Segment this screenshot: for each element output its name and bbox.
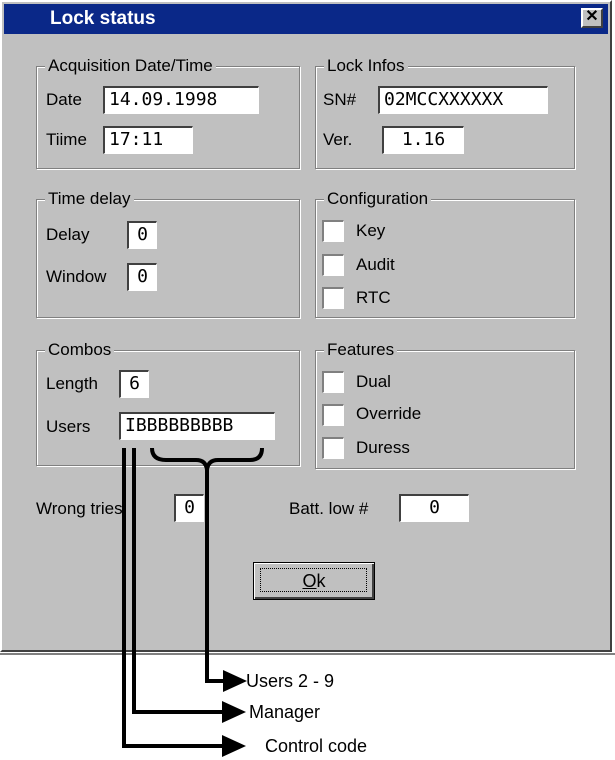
window-field[interactable]: 0 — [127, 263, 157, 291]
audit-checkbox[interactable] — [322, 254, 344, 276]
focus-rect — [260, 568, 367, 592]
time-field[interactable]: 17:11 — [103, 126, 193, 154]
features-legend: Features — [324, 340, 398, 360]
annotation-users-2-9: Users 2 - 9 — [246, 671, 335, 691]
duress-checkbox[interactable] — [322, 437, 344, 459]
combos-group: Combos — [36, 340, 300, 466]
ver-label: Ver. — [323, 130, 353, 149]
key-checkbox[interactable] — [322, 220, 344, 242]
features-group: Features — [315, 340, 575, 469]
key-checkbox-label: Key — [356, 221, 386, 240]
length-field[interactable]: 6 — [119, 370, 149, 398]
duress-checkbox-label: Duress — [356, 438, 410, 457]
users-label: Users — [46, 417, 91, 436]
sn-field[interactable]: 02MCCXXXXXX — [378, 86, 548, 114]
ok-button[interactable]: Ok — [253, 562, 375, 600]
configuration-legend: Configuration — [324, 189, 432, 209]
dual-checkbox[interactable] — [322, 371, 344, 393]
window-label: Window — [46, 267, 107, 286]
close-button[interactable]: ✕ — [581, 8, 603, 28]
close-icon: ✕ — [585, 8, 599, 25]
wrong-tries-field[interactable]: 0 — [174, 494, 204, 522]
date-label: Date — [46, 90, 82, 109]
users-field[interactable]: IBBBBBBBBB — [119, 412, 275, 440]
delay-label: Delay — [46, 225, 90, 244]
lock-infos-legend: Lock Infos — [324, 56, 408, 76]
arrow-right-icon — [222, 701, 246, 723]
delay-field[interactable]: 0 — [127, 221, 157, 249]
sn-label: SN# — [323, 90, 357, 109]
rtc-checkbox-label: RTC — [356, 288, 391, 307]
lock-status-dialog: Lock status ✕ Acquisition Date/Time Date… — [0, 0, 612, 652]
time-delay-group: Time delay — [36, 189, 300, 318]
batt-low-label: Batt. low # — [289, 499, 369, 518]
annotation-manager: Manager — [249, 702, 321, 722]
date-field[interactable]: 14.09.1998 — [103, 86, 259, 114]
override-checkbox[interactable] — [322, 404, 344, 426]
window-title: Lock status — [50, 8, 156, 29]
time-delay-legend: Time delay — [45, 189, 134, 209]
audit-checkbox-label: Audit — [356, 255, 395, 274]
time-label: Tiime — [46, 130, 87, 149]
arrow-right-icon — [223, 670, 247, 692]
annotation-control-code: Control code — [265, 736, 368, 756]
override-checkbox-label: Override — [356, 404, 422, 423]
configuration-group: Configuration — [315, 189, 575, 318]
title-bar: Lock status ✕ — [4, 4, 608, 34]
combos-legend: Combos — [45, 340, 115, 360]
batt-low-field[interactable]: 0 — [399, 494, 469, 522]
dual-checkbox-label: Dual — [356, 372, 391, 391]
length-label: Length — [46, 374, 98, 393]
version-field[interactable]: 1.16 — [382, 126, 464, 154]
acquisition-legend: Acquisition Date/Time — [45, 56, 216, 76]
arrow-right-icon — [222, 735, 246, 757]
rtc-checkbox[interactable] — [322, 287, 344, 309]
wrong-tries-label: Wrong tries — [36, 499, 123, 518]
